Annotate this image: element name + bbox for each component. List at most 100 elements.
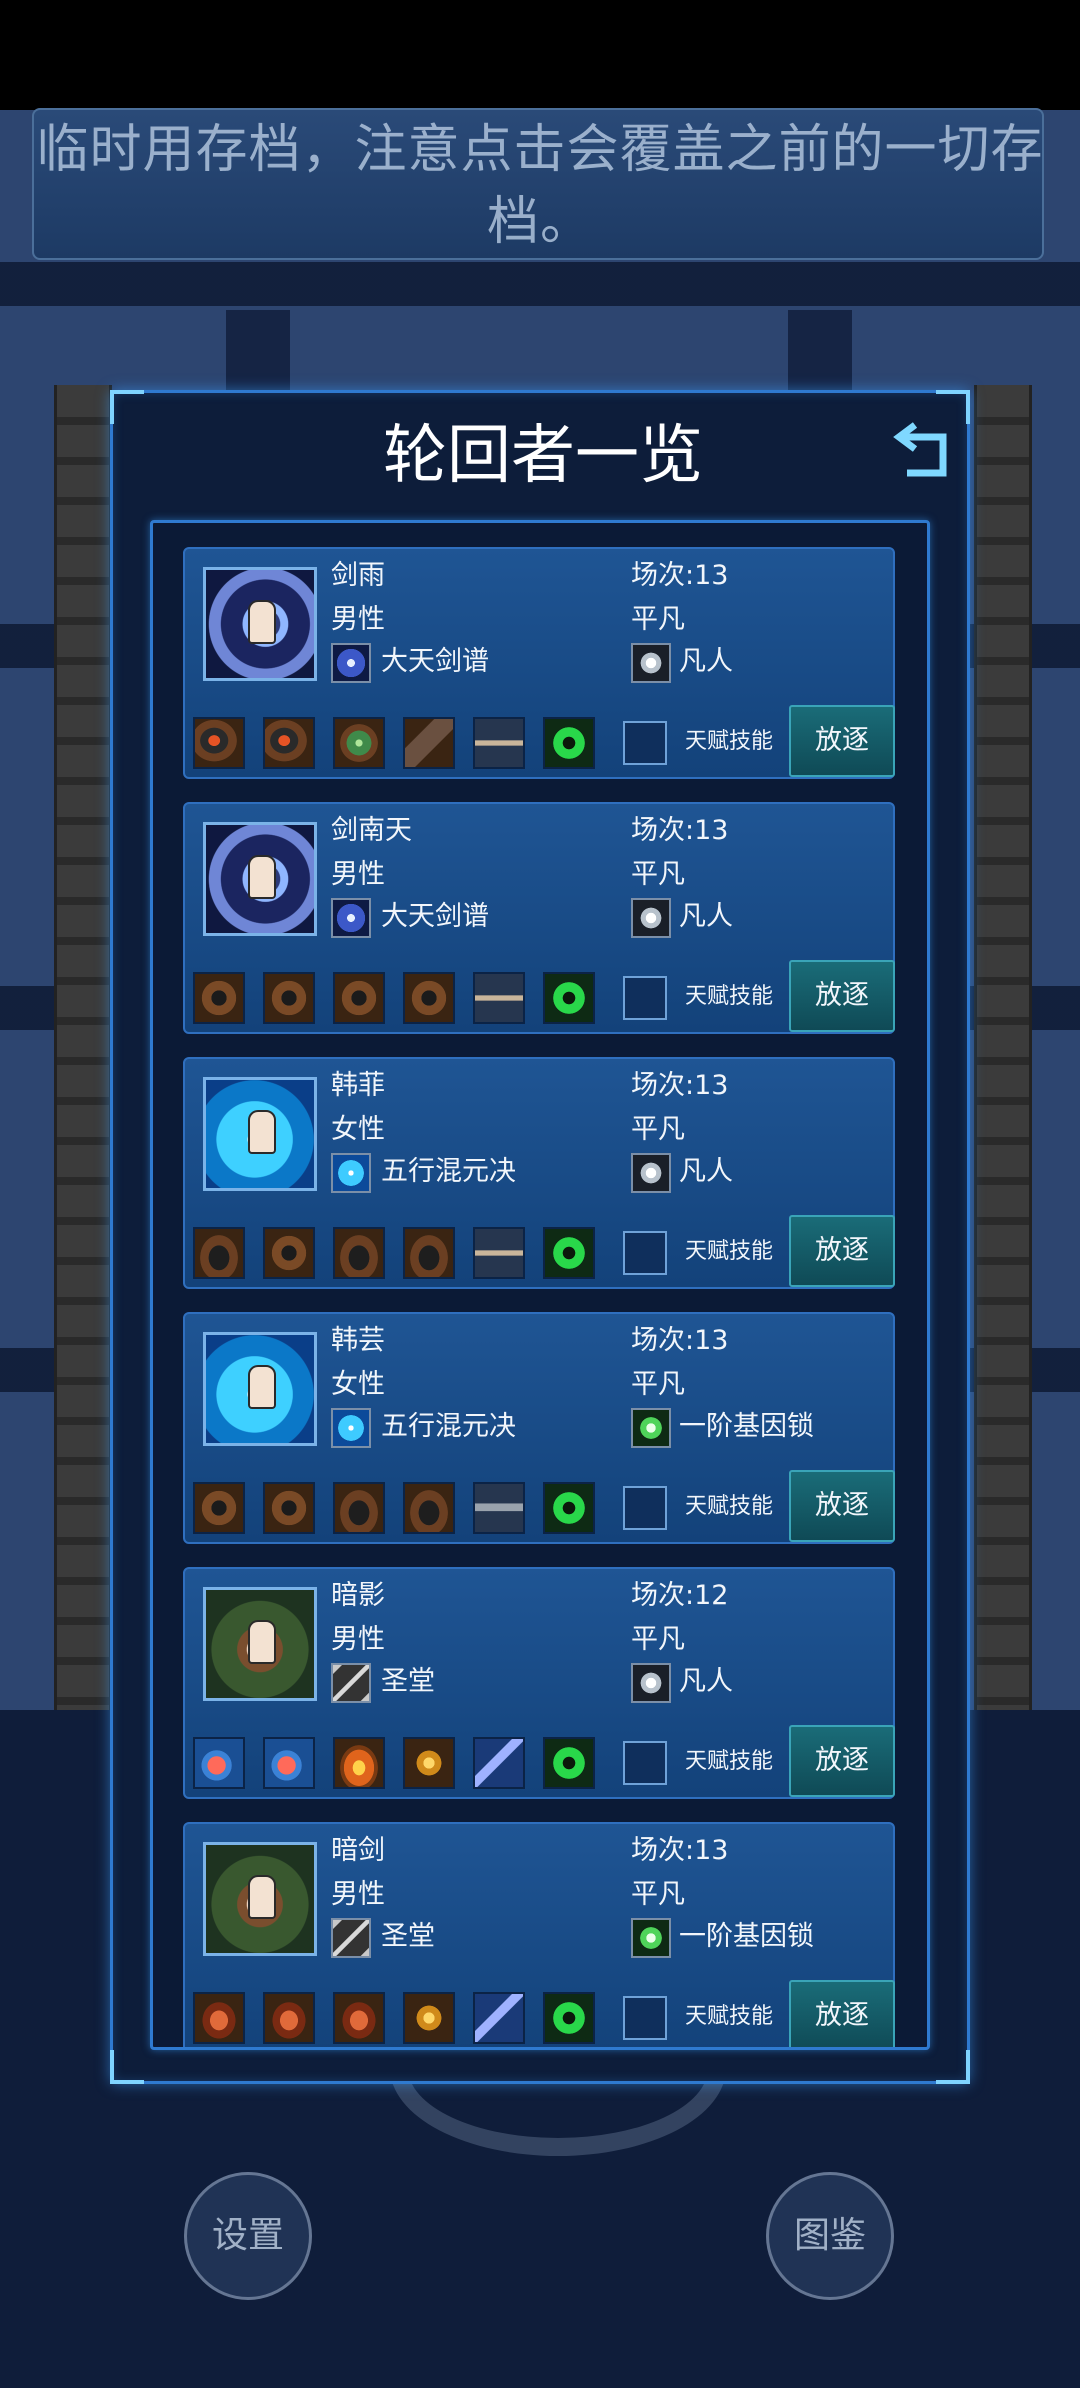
water-spirit-portrait[interactable] xyxy=(203,1332,317,1446)
character-skill: 五行混元决 xyxy=(381,1156,516,1187)
talent-skill-label: 天赋技能 xyxy=(685,1749,774,1774)
goggles-icon[interactable] xyxy=(263,1482,315,1534)
codex-button[interactable]: 图鉴 xyxy=(766,2172,894,2300)
character-skill: 圣堂 xyxy=(381,1921,435,1952)
talent-icon xyxy=(631,898,671,938)
panel-corner-br xyxy=(936,2050,970,2084)
forest-warrior-portrait[interactable] xyxy=(203,1587,317,1701)
gun-icon[interactable] xyxy=(473,972,525,1024)
back-button[interactable] xyxy=(885,411,961,487)
ore-icon[interactable] xyxy=(333,1992,385,2044)
dna-icon[interactable] xyxy=(543,1227,595,1279)
stone-pillar-left xyxy=(54,385,112,1710)
character-scene-count: 场次:13 xyxy=(631,815,729,846)
skill-icon xyxy=(331,1408,371,1448)
character-scene-count: 场次:13 xyxy=(631,1835,729,1866)
character-name: 暗影 xyxy=(331,1580,385,1611)
gun-icon[interactable] xyxy=(473,1227,525,1279)
save-notice-text: 临时用存档，注意点击会覆盖之前的一切存档。 xyxy=(36,120,1044,252)
talent-icon xyxy=(631,1408,671,1448)
character-scene-count: 场次:13 xyxy=(631,1325,729,1356)
character-name: 剑雨 xyxy=(331,560,385,591)
settings-button[interactable]: 设置 xyxy=(184,2172,312,2300)
dna-icon[interactable] xyxy=(543,717,595,769)
exile-button[interactable]: 放逐 xyxy=(789,1215,895,1287)
character-card: 韩菲 女性 五行混元决 场次:13 平凡 凡人 天赋技能 放逐 xyxy=(183,1057,895,1289)
wall-stub-right xyxy=(788,310,852,390)
helmet-icon[interactable] xyxy=(333,1227,385,1279)
bolt-icon[interactable] xyxy=(403,1992,455,2044)
ore-icon[interactable] xyxy=(193,1992,245,2044)
exile-button[interactable]: 放逐 xyxy=(789,1980,895,2047)
fire-icon[interactable] xyxy=(333,1737,385,1789)
character-name: 剑南天 xyxy=(331,815,412,846)
helmet-icon[interactable] xyxy=(193,1227,245,1279)
skill-icon xyxy=(331,1918,371,1958)
helmet-red-icon[interactable] xyxy=(263,717,315,769)
character-rank: 平凡 xyxy=(631,1624,685,1655)
blade-icon[interactable] xyxy=(473,1992,525,2044)
dna-icon[interactable] xyxy=(543,1482,595,1534)
exile-button[interactable]: 放逐 xyxy=(789,1470,895,1542)
sword-spirit-portrait[interactable] xyxy=(203,822,317,936)
forest-warrior-portrait[interactable] xyxy=(203,1842,317,1956)
character-figure-icon xyxy=(248,1875,276,1919)
rifle-icon[interactable] xyxy=(473,1482,525,1534)
talent-skill-checkbox[interactable] xyxy=(623,1996,667,2040)
status-bar xyxy=(0,0,1080,110)
skill-icon xyxy=(331,1153,371,1193)
character-rank: 平凡 xyxy=(631,1879,685,1910)
skill-icon xyxy=(331,643,371,683)
exile-button[interactable]: 放逐 xyxy=(789,1725,895,1797)
character-scene-count: 场次:13 xyxy=(631,560,729,591)
sword-spirit-portrait[interactable] xyxy=(203,567,317,681)
back-arrow-icon xyxy=(893,422,947,477)
character-card: 暗影 男性 圣堂 场次:12 平凡 凡人 天赋技能 放逐 xyxy=(183,1567,895,1799)
goggles-icon[interactable] xyxy=(333,972,385,1024)
helmet-icon[interactable] xyxy=(403,1227,455,1279)
goggles-icon[interactable] xyxy=(193,1482,245,1534)
gun-icon[interactable] xyxy=(473,717,525,769)
exile-button[interactable]: 放逐 xyxy=(789,960,895,1032)
dna-icon[interactable] xyxy=(543,972,595,1024)
exile-button[interactable]: 放逐 xyxy=(789,705,895,777)
character-skill: 圣堂 xyxy=(381,1666,435,1697)
talent-skill-checkbox[interactable] xyxy=(623,1486,667,1530)
talent-skill-checkbox[interactable] xyxy=(623,1231,667,1275)
character-name: 暗剑 xyxy=(331,1835,385,1866)
helmet-icon[interactable] xyxy=(333,1482,385,1534)
goggles-icon[interactable] xyxy=(263,972,315,1024)
character-rank: 平凡 xyxy=(631,1369,685,1400)
ore-icon[interactable] xyxy=(263,1992,315,2044)
reincarnator-list[interactable]: 剑雨 男性 大天剑谱 场次:13 平凡 凡人 天赋技能 放逐 剑南天 男性 大天剑谱 场次:13 平凡凡… xyxy=(150,520,930,2050)
character-card: 剑南天 男性 大天剑谱 场次:13 平凡 凡人 天赋技能 放逐 xyxy=(183,802,895,1034)
character-skill: 大天剑谱 xyxy=(381,646,489,677)
goggles-icon[interactable] xyxy=(263,1227,315,1279)
talent-skill-label: 天赋技能 xyxy=(685,729,774,754)
character-name: 韩芸 xyxy=(331,1325,385,1356)
wall-stub-left xyxy=(226,310,290,390)
character-name: 韩菲 xyxy=(331,1070,385,1101)
leaf-icon[interactable] xyxy=(333,717,385,769)
glove-icon[interactable] xyxy=(403,717,455,769)
character-talent: 凡人 xyxy=(679,901,733,932)
stone-pillar-right xyxy=(974,385,1032,1710)
goggles-icon[interactable] xyxy=(403,972,455,1024)
water-spirit-portrait[interactable] xyxy=(203,1077,317,1191)
talent-skill-label: 天赋技能 xyxy=(685,1239,774,1264)
helmet-red-icon[interactable] xyxy=(193,717,245,769)
bolt-icon[interactable] xyxy=(403,1737,455,1789)
character-skill: 五行混元决 xyxy=(381,1411,516,1442)
goggles-icon[interactable] xyxy=(193,972,245,1024)
helmet-icon[interactable] xyxy=(403,1482,455,1534)
potion-icon[interactable] xyxy=(263,1737,315,1789)
potion-icon[interactable] xyxy=(193,1737,245,1789)
dna-icon[interactable] xyxy=(543,1737,595,1789)
dna-icon[interactable] xyxy=(543,1992,595,2044)
talent-skill-checkbox[interactable] xyxy=(623,721,667,765)
talent-skill-checkbox[interactable] xyxy=(623,976,667,1020)
blade-icon[interactable] xyxy=(473,1737,525,1789)
character-gender: 女性 xyxy=(331,1114,385,1145)
talent-skill-checkbox[interactable] xyxy=(623,1741,667,1785)
character-talent: 凡人 xyxy=(679,1666,733,1697)
